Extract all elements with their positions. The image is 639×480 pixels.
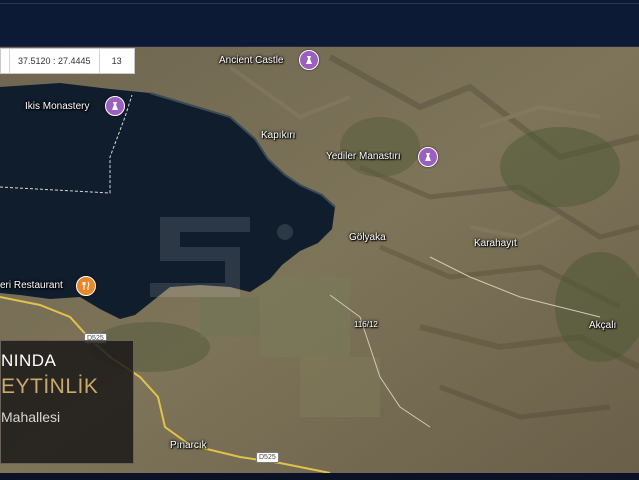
coordinate-spacer [1,49,10,73]
place-ancient-castle[interactable]: Ancient Castle [219,55,283,66]
place-golyaka[interactable]: Gölyaka [349,232,386,243]
panel-line-1: NINDA [1,351,57,370]
panel-line-2: EYTİNLİK [1,375,99,398]
road-shield-d525: D525 [256,452,279,463]
monument-icon[interactable] [418,147,438,167]
monument-icon[interactable] [299,50,319,70]
monument-icon[interactable] [105,96,125,116]
coordinate-readout: 37.5120 : 27.4445 13 [0,48,135,74]
listing-overlay-panel: NINDA EYTİNLİK Mahallesi [0,340,134,464]
place-restaurant[interactable]: eri Restaurant [0,280,63,291]
zoom-level: 13 [111,56,122,66]
place-ikis-monastery[interactable]: Ikis Monastery [25,101,89,112]
place-pinarcik[interactable]: Pınarcık [170,440,207,451]
place-akcali[interactable]: Akçalı [589,320,616,331]
panel-line-3: Mahallesi [1,409,61,425]
top-bar-divider [0,3,639,4]
restaurant-icon[interactable] [76,276,96,296]
bottom-strip [0,473,639,480]
top-bar [0,0,639,48]
road-label-116-12: 116/12 [354,320,378,329]
place-karahayit[interactable]: Karahayıt [474,238,517,249]
place-yediler-manastiri[interactable]: Yediler Manastırı [326,151,401,162]
latlng-value: 37.5120 : 27.4445 [10,49,100,73]
place-kapikiri[interactable]: Kapıkırı [261,130,295,141]
